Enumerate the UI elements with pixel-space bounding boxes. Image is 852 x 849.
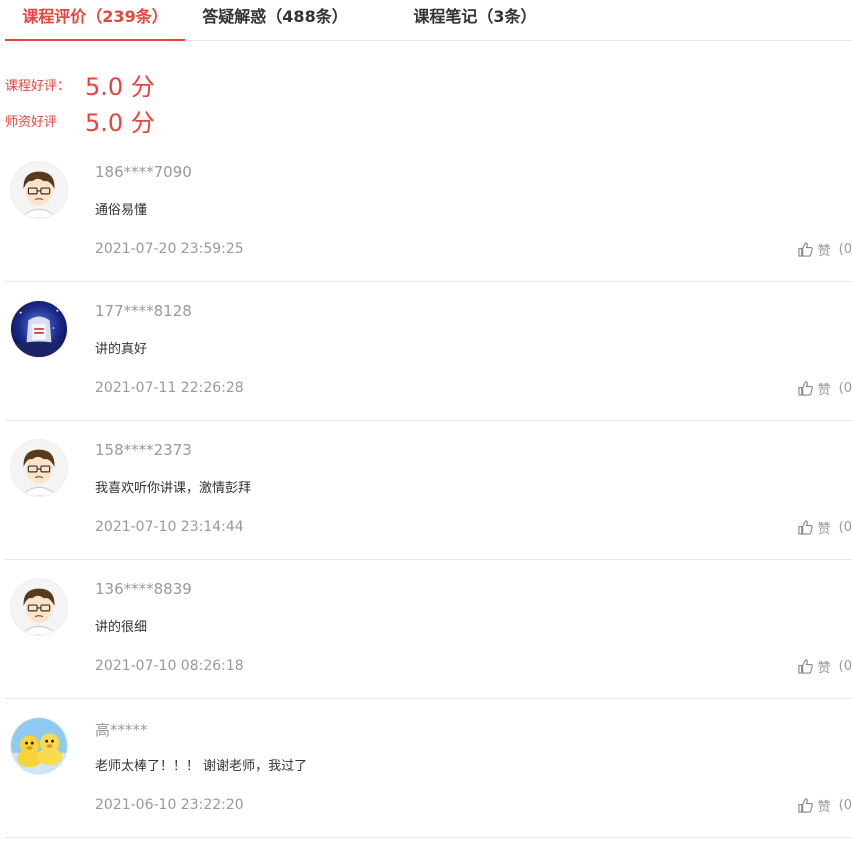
review-time: 2021-07-10 23:14:44: [95, 519, 244, 535]
like-button[interactable]: 赞 (0: [797, 518, 852, 537]
review-text: 我喜欢听你讲课，激情彭拜: [95, 481, 252, 496]
like-button[interactable]: 赞 (0: [797, 379, 852, 398]
like-button[interactable]: 赞 (0: [797, 657, 852, 676]
tab-course-reviews[interactable]: 课程评价（239条）: [5, 0, 185, 41]
tab-bar: 课程评价（239条） 答疑解惑（488条） 课程笔记（3条）: [5, 0, 852, 41]
review-time: 2021-07-10 08:26:18: [95, 658, 244, 674]
like-button[interactable]: 赞 (0: [797, 796, 852, 815]
cartoon-boy-avatar: [10, 439, 68, 497]
review-username: 158****2373: [95, 441, 192, 459]
thumbs-up-icon: [797, 798, 813, 813]
teacher-rating-row: 师资好评 5.0 分: [5, 102, 155, 138]
like-label: 赞: [817, 661, 831, 676]
review-username: 高*****: [95, 721, 148, 739]
like-label: 赞: [817, 383, 831, 398]
like-label: 赞: [817, 244, 831, 259]
like-count: (0: [838, 381, 852, 396]
review-item: 177****8128 讲的真好 2021-07-11 22:26:28 赞 (…: [5, 282, 852, 421]
like-label: 赞: [817, 800, 831, 815]
yellow-ducks-avatar: [10, 717, 68, 775]
like-count: (0: [838, 659, 852, 674]
review-time: 2021-06-10 23:22:20: [95, 797, 244, 813]
like-count: (0: [838, 242, 852, 257]
course-rating-row: 课程好评： 5.0 分: [5, 66, 155, 102]
teacher-rating-label: 师资好评: [5, 114, 58, 130]
course-rating-value: 5.0 分: [85, 72, 155, 101]
like-button[interactable]: 赞 (0: [797, 240, 852, 259]
thumbs-up-icon: [797, 520, 813, 535]
like-count: (0: [838, 520, 852, 535]
tab-qa[interactable]: 答疑解惑（488条）: [195, 0, 355, 41]
review-item: 186****7090 通俗易懂 2021-07-20 23:59:25 赞 (…: [5, 143, 852, 282]
like-count: (0: [838, 798, 852, 813]
thumbs-up-icon: [797, 242, 813, 257]
teacher-rating-value: 5.0 分: [85, 108, 155, 137]
review-username: 186****7090: [95, 163, 192, 181]
tab-course-notes[interactable]: 课程笔记（3条）: [395, 0, 555, 41]
rating-summary: 课程好评： 5.0 分 师资好评 5.0 分: [5, 66, 155, 138]
review-item: 158****2373 我喜欢听你讲课，激情彭拜 2021-07-10 23:1…: [5, 421, 852, 560]
night-landscape-avatar: [10, 300, 68, 358]
thumbs-up-icon: [797, 659, 813, 674]
review-text: 讲的真好: [95, 342, 148, 357]
review-text: 通俗易懂: [95, 203, 148, 218]
review-time: 2021-07-20 23:59:25: [95, 241, 244, 257]
cartoon-boy-avatar: [10, 161, 68, 219]
like-label: 赞: [817, 522, 831, 537]
review-item: 136****8839 讲的很细 2021-07-10 08:26:18 赞 (…: [5, 560, 852, 699]
review-text: 老师太棒了！！！ 谢谢老师，我过了: [95, 759, 308, 774]
review-text: 讲的很细: [95, 620, 148, 635]
cartoon-boy-avatar: [10, 578, 68, 636]
review-username: 136****8839: [95, 580, 192, 598]
review-item: 高***** 老师太棒了！！！ 谢谢老师，我过了 2021-06-10 23:2…: [5, 699, 852, 838]
thumbs-up-icon: [797, 381, 813, 396]
course-rating-label: 课程好评：: [5, 78, 71, 94]
review-username: 177****8128: [95, 302, 192, 320]
review-time: 2021-07-11 22:26:28: [95, 380, 244, 396]
